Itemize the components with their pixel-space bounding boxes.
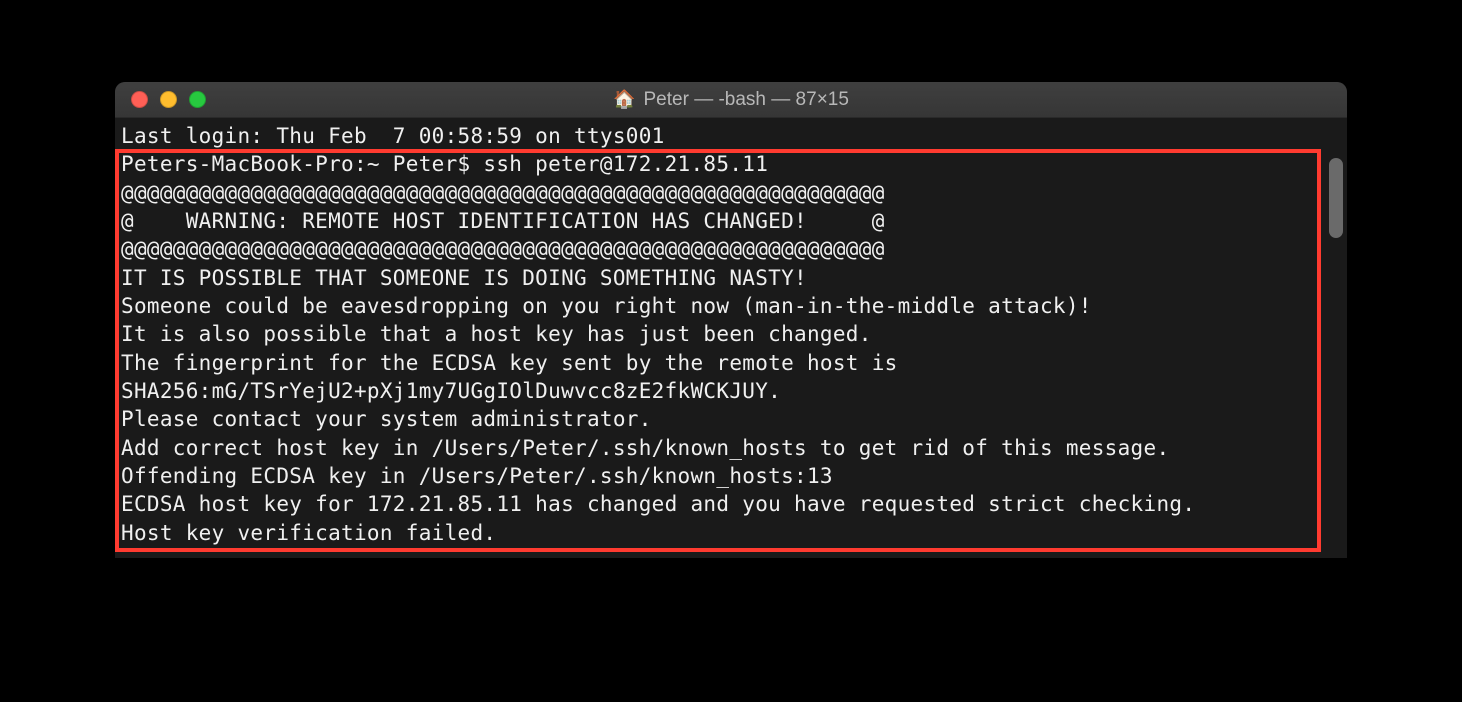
terminal-line[interactable]: @ WARNING: REMOTE HOST IDENTIFICATION HA… [121,207,1347,235]
traffic-lights [115,91,206,108]
terminal-line[interactable]: SHA256:mG/TSrYejU2+pXj1my7UGgIOlDuwvcc8z… [121,377,1347,405]
terminal-window: 🏠 Peter — -bash — 87×15 Last login: Thu … [115,82,1347,558]
home-icon: 🏠 [613,89,635,110]
terminal-line[interactable]: @@@@@@@@@@@@@@@@@@@@@@@@@@@@@@@@@@@@@@@@… [121,179,1347,207]
terminal-line[interactable]: Offending ECDSA key in /Users/Peter/.ssh… [121,462,1347,490]
terminal-line[interactable]: It is also possible that a host key has … [121,320,1347,348]
window-title: 🏠 Peter — -bash — 87×15 [613,89,849,111]
window-titlebar[interactable]: 🏠 Peter — -bash — 87×15 [115,82,1347,118]
terminal-line[interactable]: Last login: Thu Feb 7 00:58:59 on ttys00… [121,122,1347,150]
terminal-line[interactable]: IT IS POSSIBLE THAT SOMEONE IS DOING SOM… [121,264,1347,292]
terminal-line[interactable]: The fingerprint for the ECDSA key sent b… [121,349,1347,377]
terminal-body[interactable]: Last login: Thu Feb 7 00:58:59 on ttys00… [115,118,1347,558]
terminal-line[interactable]: Please contact your system administrator… [121,405,1347,433]
scrollbar-thumb[interactable] [1329,158,1343,238]
terminal-line[interactable]: Someone could be eavesdropping on you ri… [121,292,1347,320]
minimize-button[interactable] [160,91,177,108]
terminal-line[interactable]: Add correct host key in /Users/Peter/.ss… [121,434,1347,462]
terminal-line[interactable]: Host key verification failed. [121,519,1347,547]
close-button[interactable] [131,91,148,108]
window-title-text: Peter — -bash — 87×15 [644,89,849,111]
terminal-line[interactable]: Peters-MacBook-Pro:~ Peter$ ssh peter@17… [121,150,1347,178]
terminal-output[interactable]: Last login: Thu Feb 7 00:58:59 on ttys00… [115,122,1347,547]
terminal-line[interactable]: ECDSA host key for 172.21.85.11 has chan… [121,490,1347,518]
terminal-line[interactable]: @@@@@@@@@@@@@@@@@@@@@@@@@@@@@@@@@@@@@@@@… [121,235,1347,263]
zoom-button[interactable] [189,91,206,108]
scrollbar-track[interactable] [1327,158,1345,478]
